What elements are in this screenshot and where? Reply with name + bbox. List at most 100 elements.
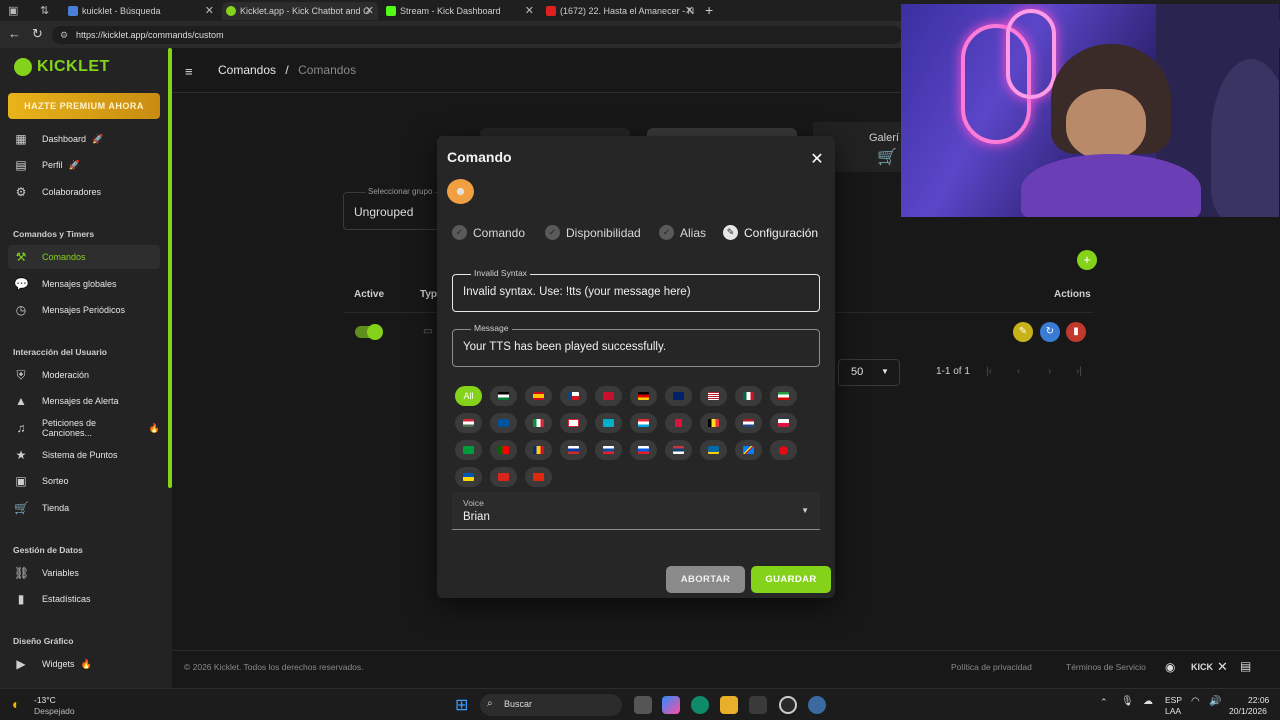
sidebar-item-points[interactable]: ★ Sistema de Puntos (8, 443, 160, 467)
sidebar-item-store[interactable]: 🛒 Tienda (8, 496, 160, 520)
prev-page-icon[interactable]: ‹ (1017, 366, 1020, 377)
flag-button[interactable] (490, 467, 517, 487)
flag-button[interactable] (560, 440, 587, 460)
sidebar-item-alerts[interactable]: ▲ Mensajes de Alerta (8, 389, 160, 413)
settings-icon[interactable] (808, 696, 826, 714)
flag-button[interactable] (665, 386, 692, 406)
wifi-icon[interactable]: ◠ (1191, 696, 1200, 707)
terms-link[interactable]: Términos de Servicio (1066, 662, 1146, 672)
next-page-icon[interactable]: › (1048, 366, 1051, 377)
flag-button[interactable] (490, 386, 517, 406)
flag-all-button[interactable]: All (455, 386, 482, 406)
discord-icon[interactable]: ◉ (1165, 660, 1175, 674)
document-icon[interactable]: ▤ (1240, 659, 1251, 673)
copilot-icon[interactable] (662, 696, 680, 714)
microphone-icon[interactable]: 🎙 (1121, 696, 1134, 707)
sidebar-item-global-messages[interactable]: 💬 Mensajes globales (8, 272, 160, 296)
flag-button[interactable] (630, 413, 657, 433)
flag-button[interactable] (525, 440, 552, 460)
flag-button[interactable] (560, 413, 587, 433)
flag-button[interactable] (770, 386, 797, 406)
close-tab-icon[interactable]: ✕ (365, 4, 374, 17)
temperature[interactable]: -13°C (34, 695, 56, 705)
step-availability[interactable]: ✓ Disponibilidad (545, 225, 641, 240)
flag-button[interactable] (525, 386, 552, 406)
new-tab-icon[interactable]: + (705, 2, 713, 18)
step-configuration[interactable]: ✎ Configuración (723, 225, 818, 240)
flag-button[interactable] (595, 440, 622, 460)
tab-youtube[interactable]: (1672) 22. Hasta el Amanecer - N ✕ (542, 2, 698, 20)
save-button[interactable]: GUARDAR (751, 566, 831, 593)
active-toggle[interactable] (355, 324, 383, 340)
kicklet-logo[interactable]: KICKLET (14, 58, 110, 76)
first-page-icon[interactable]: |‹ (986, 366, 992, 377)
flag-button[interactable] (700, 386, 727, 406)
rows-per-page-select[interactable]: 50 ▼ (838, 359, 900, 386)
voice-select[interactable]: Voice Brian ▼ (452, 492, 820, 530)
flag-button[interactable] (770, 440, 797, 460)
flag-button[interactable] (595, 413, 622, 433)
step-alias[interactable]: ✓ Alias (659, 225, 706, 240)
tray-chevron-icon[interactable]: ⌃ (1100, 697, 1108, 708)
window-menu-icon[interactable]: ▣ (8, 4, 18, 17)
refresh-button[interactable]: ↻ (1040, 322, 1060, 342)
clock-date[interactable]: 20/1/2026 (1229, 706, 1267, 716)
step-command[interactable]: ✓ Comando (452, 225, 525, 240)
premium-button[interactable]: HAZTE PREMIUM AHORA (8, 93, 160, 119)
flag-button[interactable] (525, 467, 552, 487)
x-icon[interactable]: ✕ (1217, 659, 1228, 675)
clock-time[interactable]: 22:06 (1248, 695, 1269, 705)
tab-search[interactable]: kuicklet - Búsqueda ✕ (64, 2, 218, 20)
add-command-button[interactable]: + (1077, 250, 1097, 270)
group-select[interactable]: Seleccionar grupo Ungrouped (343, 187, 443, 230)
tab-kick-dashboard[interactable]: Stream - Kick Dashboard ✕ (382, 2, 538, 20)
volume-icon[interactable]: 🔊 (1209, 696, 1221, 707)
obs-icon[interactable] (779, 696, 797, 714)
flag-button[interactable] (665, 440, 692, 460)
flag-button[interactable] (630, 440, 657, 460)
flag-button[interactable] (770, 413, 797, 433)
task-view-icon[interactable] (634, 696, 652, 714)
flag-button[interactable] (455, 413, 482, 433)
flag-button[interactable] (735, 440, 762, 460)
sidebar-item-song-requests[interactable]: ♫ Peticiones de Canciones... 🔥 (8, 416, 161, 440)
close-icon[interactable]: ✕ (808, 151, 826, 169)
flag-button[interactable] (665, 413, 692, 433)
sidebar-item-commands[interactable]: ⚒ Comandos (8, 245, 160, 269)
windows-start-icon[interactable]: ⊞ (455, 695, 468, 715)
sidebar-item-variables[interactable]: ⛓ Variables (8, 561, 160, 585)
file-explorer-icon[interactable] (720, 696, 738, 714)
flag-button[interactable] (490, 413, 517, 433)
taskbar-search[interactable]: ⌕ Buscar (480, 694, 622, 716)
sidebar-item-stats[interactable]: ▮ Estadísticas (8, 587, 160, 611)
reload-icon[interactable]: ↻ (32, 26, 43, 42)
flag-button[interactable] (490, 440, 517, 460)
tab-kicklet[interactable]: Kicklet.app - Kick Chatbot and O ✕ (222, 2, 378, 20)
flag-button[interactable] (455, 467, 482, 487)
close-tab-icon[interactable]: ✕ (525, 4, 534, 17)
sidebar-item-profile[interactable]: ▤ Perfil 🚀 (8, 153, 160, 177)
sidebar-item-widgets[interactable]: ▶ Widgets 🔥 (8, 652, 160, 676)
delete-button[interactable]: ▮ (1066, 322, 1086, 342)
sidebar-item-dashboard[interactable]: ▦ Dashboard 🚀 (8, 127, 160, 151)
flag-button[interactable] (700, 413, 727, 433)
flag-button[interactable] (735, 413, 762, 433)
back-icon[interactable]: ← (8, 26, 21, 41)
privacy-link[interactable]: Política de privacidad (951, 662, 1032, 672)
language-code[interactable]: ESP (1165, 695, 1182, 705)
sidebar-item-collaborators[interactable]: ⚙ Colaboradores (8, 180, 160, 204)
last-page-icon[interactable]: ›| (1076, 366, 1082, 377)
flag-button[interactable] (700, 440, 727, 460)
edge-icon[interactable] (691, 696, 709, 714)
weather-status[interactable]: Despejado (34, 706, 75, 716)
tab-actions-icon[interactable]: ⇅ (40, 4, 49, 17)
site-info-icon[interactable]: ⚙ (60, 26, 68, 44)
close-tab-icon[interactable]: ✕ (205, 4, 214, 17)
message-field[interactable]: Message Your TTS has been played success… (452, 323, 820, 367)
sidebar-item-periodic-messages[interactable]: ◷ Mensajes Periódicos (8, 298, 160, 322)
menu-toggle-icon[interactable]: ≡ (185, 64, 193, 79)
kick-link[interactable]: KICK (1191, 662, 1213, 672)
breadcrumb-root[interactable]: Comandos (218, 63, 276, 77)
flag-button[interactable] (525, 413, 552, 433)
flag-button[interactable] (630, 386, 657, 406)
